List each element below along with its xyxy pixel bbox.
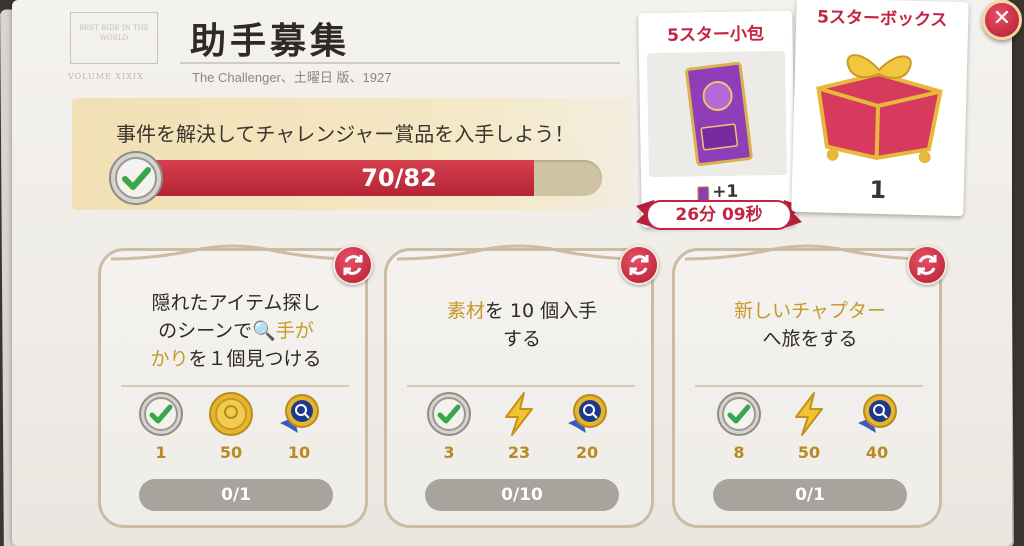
page-subtitle: The Challenger、土曜日 版、1927	[192, 70, 392, 85]
mission-text-part: する	[502, 328, 541, 350]
challenge-progress-bar: 70/82	[136, 160, 602, 196]
mission-highlight: 新しいチャプター	[734, 300, 886, 322]
mission-progress: 0/1	[713, 479, 907, 511]
mission-description: 新しいチャプター へ旅をする	[685, 297, 935, 353]
close-icon: ✕	[992, 6, 1012, 31]
ornament-divider	[695, 385, 923, 387]
refresh-mission-button[interactable]	[907, 245, 947, 285]
mission-rewards: 1 50 10	[101, 391, 365, 471]
check-seal-icon	[427, 392, 471, 436]
reward-coin: 50	[203, 391, 259, 462]
five-star-box-card[interactable]: 5スターボックス 1	[791, 0, 969, 217]
reward-medal: 20	[559, 391, 615, 462]
reward-value: 20	[575, 443, 599, 462]
banner-text: 事件を解決してチャレンジャー賞品を入手しよう！	[116, 122, 575, 146]
magnifier-medal-icon	[280, 394, 319, 433]
reward-check: 8	[711, 391, 767, 462]
mission-description: 隠れたアイテム探し のシーンで🔍手が かりを１個見つける	[111, 289, 361, 373]
refresh-icon	[917, 255, 937, 275]
refresh-mission-button[interactable]	[619, 245, 659, 285]
mission-highlight: 素材	[446, 300, 485, 322]
mission-text-part: へ旅をする	[762, 328, 858, 350]
refresh-icon	[629, 255, 649, 275]
check-seal-icon	[109, 151, 163, 205]
reward-medal: 10	[271, 391, 327, 462]
box-count: 1	[869, 175, 887, 205]
mission-progress: 0/10	[425, 479, 619, 511]
mission-card-2: 素材を 10 個入手 する 3 23 20 0/10	[384, 244, 659, 528]
mission-description: 素材を 10 個入手 する	[397, 297, 647, 353]
mission-card-1: 隠れたアイテム探し のシーンで🔍手が かりを１個見つける 1 50 10 0/1	[98, 244, 373, 528]
progress-text: 70/82	[361, 164, 437, 192]
reward-value: 3	[443, 443, 455, 462]
reward-value: 50	[219, 443, 243, 462]
reward-value: 1	[155, 443, 167, 462]
mission-progress: 0/1	[139, 479, 333, 511]
reward-check: 3	[421, 391, 477, 462]
refresh-mission-button[interactable]	[333, 245, 373, 285]
mission-highlight: 手が	[275, 320, 314, 342]
page-title: 助手募集	[190, 21, 351, 62]
parcel-title: 5スター小包	[666, 24, 765, 46]
mission-text-part: を 10 個入手	[484, 300, 598, 322]
parcel-image	[646, 50, 787, 178]
close-button[interactable]: ✕	[982, 0, 1022, 40]
five-star-parcel-card[interactable]: 5スター小包 +1	[638, 10, 796, 228]
check-seal-icon	[139, 392, 183, 436]
reward-energy: 23	[491, 391, 547, 462]
mission-text-part: 隠れたアイテム探し	[151, 292, 321, 314]
reward-value: 10	[287, 443, 311, 462]
reward-value: 50	[797, 443, 821, 462]
mission-text-part: を１個見つける	[188, 348, 322, 370]
check-seal-icon	[717, 392, 761, 436]
reward-energy: 50	[781, 391, 837, 462]
newspaper-stamp: BEST RIDE IN THE WORLD	[70, 12, 158, 64]
purple-book-icon	[685, 61, 753, 167]
arch-decoration	[685, 244, 929, 261]
refresh-icon	[343, 255, 363, 275]
gift-box-icon	[816, 54, 943, 164]
newspaper-volume: VOLUME XIXIX	[68, 72, 144, 81]
reward-value: 23	[507, 443, 531, 462]
gift-box-image	[796, 28, 960, 172]
parcel-timer: 26分 09秒	[646, 200, 792, 230]
ornament-divider	[121, 385, 349, 387]
mission-card-3: 新しいチャプター へ旅をする 8 50 40 0/1	[672, 244, 947, 528]
lightning-icon	[795, 392, 823, 436]
reward-value: 8	[733, 443, 745, 462]
mission-text-part: のシーンで	[158, 320, 253, 342]
magnifier-medal-icon	[568, 394, 607, 433]
box-title: 5スターボックス	[816, 7, 948, 31]
arch-decoration	[111, 244, 355, 261]
mission-rewards: 3 23 20	[387, 391, 651, 471]
mission-rewards: 8 50 40	[675, 391, 939, 471]
lightning-icon	[505, 392, 533, 436]
reward-medal: 40	[849, 391, 905, 462]
title-divider	[180, 62, 620, 64]
magnifier-clue-icon: 🔍	[252, 320, 276, 342]
arch-decoration	[397, 244, 641, 261]
mission-highlight: かり	[150, 348, 189, 370]
magnifier-medal-icon	[858, 394, 897, 433]
gold-coin-icon	[209, 392, 253, 436]
reward-check: 1	[133, 391, 189, 462]
reward-value: 40	[865, 443, 889, 462]
ornament-divider	[407, 385, 635, 387]
